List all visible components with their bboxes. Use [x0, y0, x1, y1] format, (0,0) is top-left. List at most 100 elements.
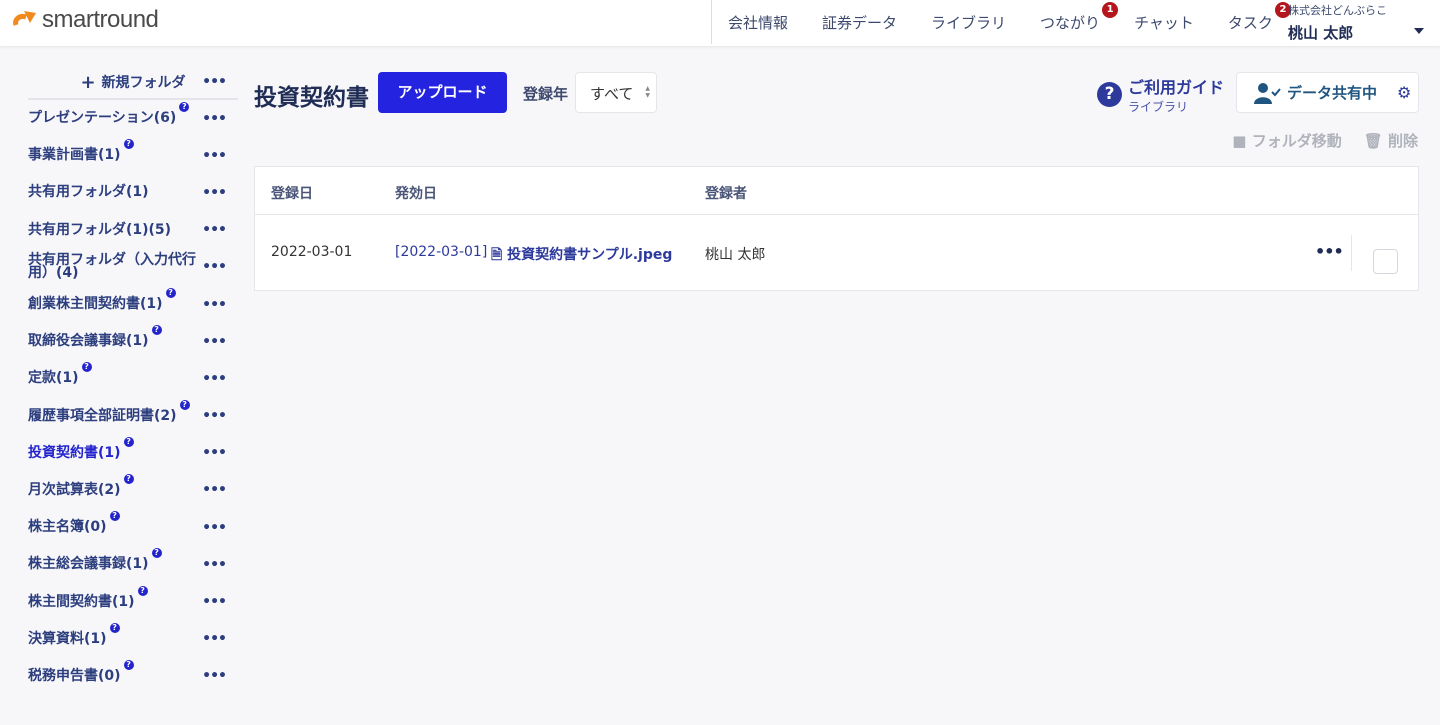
user-name: 桃山 太郎 [1288, 24, 1354, 42]
main-nav: 会社情報 証券データ ライブラリ つながり 1 チャット タスク 2 [711, 0, 1307, 44]
sidebar-folder-item[interactable]: 共有用フォルダ（入力代行用）(4) ••• [28, 249, 238, 286]
folder-label: 共有用フォルダ（入力代行用）(4) [28, 253, 200, 280]
column-header-registered[interactable]: 登録日 [271, 183, 313, 203]
file-link[interactable]: 🗎 投資契約書サンプル.jpeg [491, 244, 672, 268]
nav-label: チャット [1134, 13, 1194, 32]
more-icon[interactable]: ••• [202, 74, 227, 90]
folder-name: 株主名簿(0) [28, 519, 107, 536]
sidebar-folder-item[interactable]: 株主総会議事録(1)? ••• [28, 546, 238, 583]
column-header-effective[interactable]: 発効日 [395, 183, 437, 203]
nav-securities[interactable]: 証券データ [822, 12, 897, 33]
effective-date[interactable]: [2022-03-01] [395, 244, 487, 260]
sidebar-folder-item[interactable]: 月次試算表(2)? ••• [28, 472, 238, 509]
folder-label: 取締役会議事録(1)? [28, 325, 162, 350]
help-icon[interactable]: ? [123, 473, 134, 484]
nav-label: 会社情報 [728, 13, 789, 32]
folder-name: 取締役会議事録(1) [28, 333, 149, 350]
help-icon[interactable]: ? [109, 622, 120, 633]
sidebar-folder-item[interactable]: 定款(1)? ••• [28, 360, 238, 397]
sidebar-folder-item[interactable]: 投資契約書(1)? ••• [28, 435, 238, 472]
help-icon[interactable]: ? [179, 102, 190, 113]
year-select[interactable]: すべて ▲ ▼ [575, 72, 657, 113]
more-icon[interactable]: ••• [202, 445, 227, 461]
sidebar-folder-item[interactable]: 創業株主間契約書(1)? ••• [28, 286, 238, 323]
logo-arrow-icon [13, 11, 36, 26]
more-icon[interactable]: ••• [202, 482, 227, 498]
help-icon[interactable]: ? [123, 659, 134, 670]
sidebar-folder-item[interactable]: プレゼンテーション(6)? ••• [28, 100, 238, 137]
logo-text: smartround [42, 6, 159, 33]
more-icon[interactable]: ••• [202, 520, 227, 536]
help-icon[interactable]: ? [151, 325, 162, 336]
more-icon[interactable]: ••• [202, 185, 227, 201]
move-folder-button[interactable]: ■ フォルダ移動 [1232, 130, 1341, 151]
help-icon[interactable]: ? [123, 139, 134, 150]
folder-name: 共有用フォルダ(1)(5) [28, 221, 172, 238]
folder-label: 共有用フォルダ(1)(5) [28, 221, 172, 238]
help-icon[interactable]: ? [151, 548, 162, 559]
more-icon[interactable]: ••• [202, 259, 227, 275]
new-folder-button[interactable]: + 新規フォルダ ••• [28, 66, 238, 100]
sidebar-folder-item[interactable]: 決算資料(1)? ••• [28, 621, 238, 658]
help-icon[interactable]: ? [165, 288, 176, 299]
gear-icon[interactable]: ⚙ [1397, 83, 1411, 102]
move-label: フォルダ移動 [1251, 132, 1342, 150]
more-icon[interactable]: ••• [202, 371, 227, 387]
more-icon[interactable]: ••• [202, 334, 227, 350]
plus-icon: + [80, 71, 96, 93]
sidebar-folder-item[interactable]: 共有用フォルダ(1) ••• [28, 174, 238, 211]
more-icon[interactable]: ••• [202, 594, 227, 610]
more-icon[interactable]: ••• [202, 148, 227, 164]
logo[interactable]: smartround [12, 6, 159, 34]
more-icon[interactable]: ••• [202, 631, 227, 647]
row-checkbox[interactable] [1373, 249, 1398, 274]
folder-label: 投資契約書(1)? [28, 436, 134, 461]
folder-name: 創業株主間契約書(1) [28, 296, 163, 313]
more-icon[interactable]: ••• [202, 668, 227, 684]
folder-label: 事業計画書(1)? [28, 139, 134, 162]
sidebar-folder-item[interactable]: 株主間契約書(1)? ••• [28, 583, 238, 620]
folder-name: 決算資料(1) [28, 630, 107, 647]
year-label: 登録年 [523, 85, 569, 103]
folder-label: 創業株主間契約書(1)? [28, 288, 176, 313]
more-icon[interactable]: ••• [202, 408, 227, 424]
nav-tasks[interactable]: タスク 2 [1228, 1, 1291, 33]
data-sharing-button[interactable]: データ共有中 ⚙ [1236, 72, 1419, 113]
sidebar-folder-item[interactable]: 取締役会議事録(1)? ••• [28, 323, 238, 360]
folder-name: プレゼンテーション(6) [28, 110, 177, 127]
share-label: データ共有中 [1287, 84, 1378, 102]
folder-name: 投資契約書(1) [28, 444, 121, 461]
help-icon[interactable]: ? [179, 399, 190, 410]
notification-badge: 1 [1102, 1, 1119, 18]
upload-button[interactable]: アップロード [378, 72, 507, 113]
row-more-icon[interactable]: ••• [1315, 242, 1344, 261]
help-icon[interactable]: ? [109, 511, 120, 522]
help-icon[interactable]: ? [137, 585, 148, 596]
more-icon[interactable]: ••• [202, 222, 227, 238]
nav-label: 証券データ [822, 13, 898, 32]
usage-guide-link[interactable]: ? ご利用ガイド ライブラリ [1097, 74, 1224, 115]
column-header-registrant[interactable]: 登録者 [705, 183, 747, 203]
guide-subtitle: ライブラリ [1128, 100, 1189, 114]
header-divider [255, 214, 1418, 215]
delete-button[interactable]: 🗑 削除 [1364, 130, 1418, 151]
help-icon[interactable]: ? [81, 362, 92, 373]
nav-chat[interactable]: チャット [1134, 12, 1194, 33]
sidebar-folder-item[interactable]: 事業計画書(1)? ••• [28, 137, 238, 174]
nav-library[interactable]: ライブラリ [931, 12, 1006, 33]
sidebar-folder-item[interactable]: 株主名簿(0)? ••• [28, 509, 238, 546]
sidebar-folder-item[interactable]: 税務申告書(0)? ••• [28, 658, 238, 695]
help-icon[interactable]: ? [123, 436, 134, 447]
more-icon[interactable]: ••• [202, 557, 227, 573]
sidebar-folder-item[interactable]: 履歴事項全部証明書(2)? ••• [28, 398, 238, 435]
registrant: 桃山 太郎 [705, 247, 766, 263]
user-menu[interactable]: 株式会社どんぶらこ 桃山 太郎 [1288, 2, 1428, 43]
sidebar-folder-item[interactable]: 共有用フォルダ(1)(5) ••• [28, 212, 238, 249]
nav-label: つながり [1040, 13, 1101, 32]
more-icon[interactable]: ••• [202, 111, 227, 127]
more-icon[interactable]: ••• [202, 297, 227, 313]
nav-connections[interactable]: つながり 1 [1040, 1, 1119, 33]
folder-name: 履歴事項全部証明書(2) [28, 407, 177, 424]
folder-name: 共有用フォルダ(1) [28, 184, 149, 201]
nav-company-info[interactable]: 会社情報 [728, 12, 788, 33]
